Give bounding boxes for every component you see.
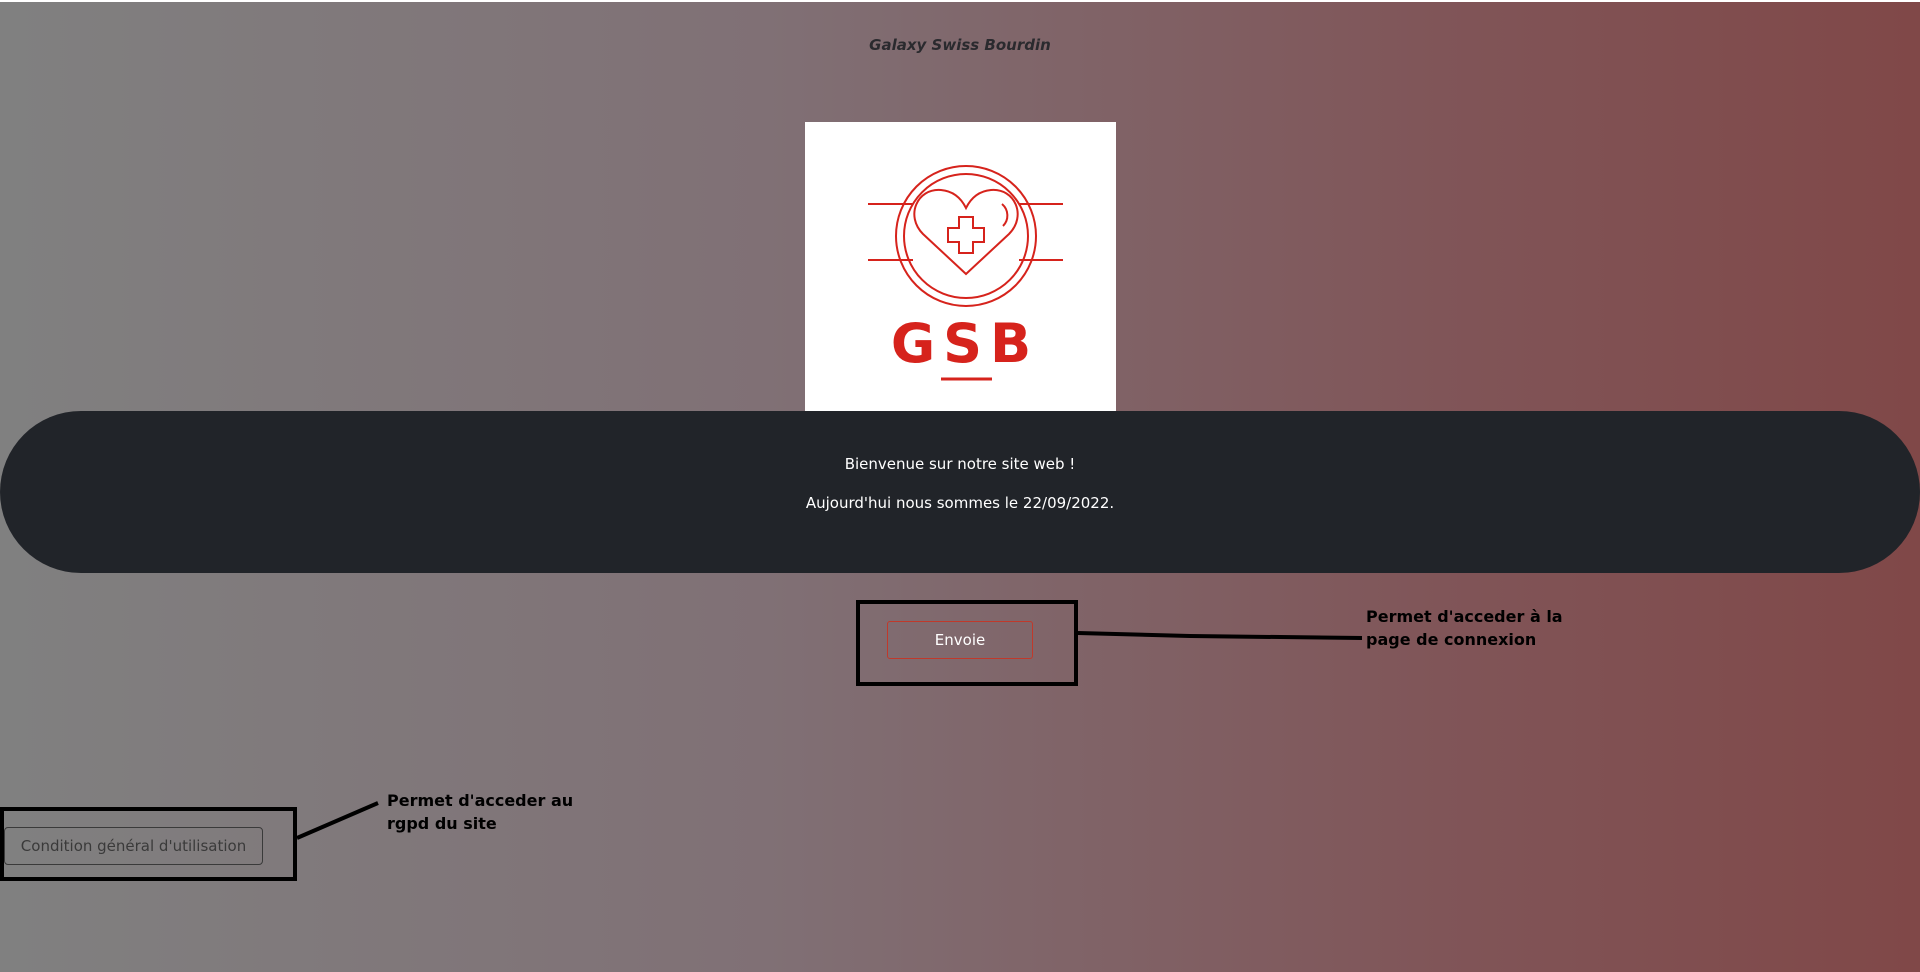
gsb-logo-image: GSB <box>868 165 1063 381</box>
heart-cross-icon <box>868 165 1063 307</box>
terms-of-use-button[interactable]: Condition général d'utilisation <box>4 827 263 865</box>
annotation-cgu-line1: Permet d'acceder au <box>387 791 574 810</box>
annotation-send: Permet d'acceder à la page de connexion <box>1366 605 1596 651</box>
send-button[interactable]: Envoie <box>887 621 1033 659</box>
annotation-cgu-line2: rgpd du site <box>387 814 497 833</box>
annotation-send-line2: page de connexion <box>1366 630 1537 649</box>
annotation-line-send <box>1077 631 1363 640</box>
logo-text: GSB <box>891 312 1039 375</box>
annotation-line-cgu <box>296 801 379 840</box>
logo: GSB <box>805 122 1116 411</box>
top-edge <box>0 0 1920 2</box>
welcome-message: Bienvenue sur notre site web ! <box>844 455 1076 473</box>
site-title: Galaxy Swiss Bourdin <box>869 36 1051 54</box>
date-message: Aujourd'hui nous sommes le 22/09/2022. <box>805 494 1115 512</box>
annotation-cgu: Permet d'acceder au rgpd du site <box>387 789 587 835</box>
annotation-send-line1: Permet d'acceder à la <box>1366 607 1563 626</box>
welcome-banner: Bienvenue sur notre site web ! Aujourd'h… <box>0 411 1920 573</box>
